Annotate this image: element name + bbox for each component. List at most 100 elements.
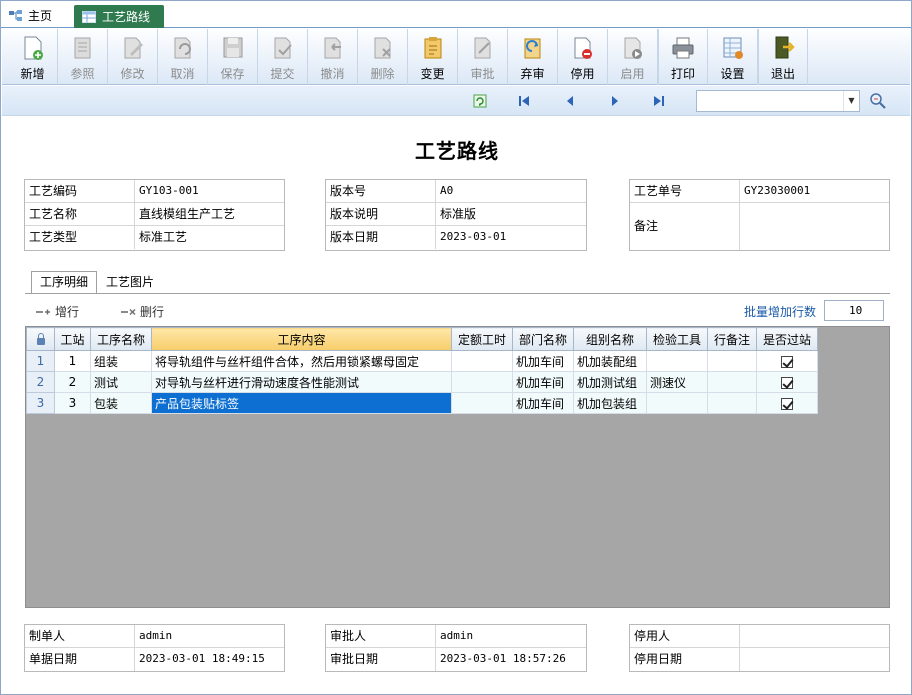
col-quota-hours[interactable]: 定额工时 bbox=[451, 327, 513, 351]
disable-button[interactable]: 停用 bbox=[558, 29, 608, 85]
abandon-label: 弃审 bbox=[520, 67, 545, 81]
table-row[interactable]: 3 3 包装 产品包装贴标签 机加车间 机加包装组 bbox=[26, 392, 818, 414]
submit-button[interactable]: 提交 bbox=[258, 29, 308, 85]
settings-button[interactable]: 设置 bbox=[708, 29, 758, 85]
cancel-button[interactable]: 取消 bbox=[158, 29, 208, 85]
quota-hours-cell[interactable] bbox=[451, 392, 513, 414]
delete-row-icon bbox=[121, 308, 136, 315]
inspection-tool-cell[interactable]: 测速仪 bbox=[646, 371, 708, 393]
inspection-tool-cell[interactable] bbox=[646, 392, 708, 414]
last-record-icon[interactable] bbox=[652, 94, 666, 108]
chevron-down-icon[interactable]: ▼ bbox=[843, 91, 859, 111]
quota-hours-cell[interactable] bbox=[451, 371, 513, 393]
department-cell[interactable]: 机加车间 bbox=[512, 350, 574, 372]
station-cell[interactable]: 3 bbox=[54, 392, 91, 414]
change-button[interactable]: 变更 bbox=[408, 29, 458, 85]
reference-button[interactable]: 参照 bbox=[58, 29, 108, 85]
reference-label: 参照 bbox=[70, 67, 95, 81]
col-station[interactable]: 工站 bbox=[54, 327, 91, 351]
department-cell[interactable]: 机加车间 bbox=[512, 392, 574, 414]
col-group[interactable]: 组别名称 bbox=[573, 327, 647, 351]
row-number[interactable]: 1 bbox=[26, 350, 55, 372]
row-remark-cell[interactable] bbox=[707, 350, 757, 372]
row-remark-cell[interactable] bbox=[707, 392, 757, 414]
new-button[interactable]: 新增 bbox=[8, 29, 58, 85]
table-row[interactable]: 2 2 测试 对导轨与丝杆进行滑动速度各性能测试 机加车间 机加测试组 测速仪 bbox=[26, 371, 818, 393]
pass-station-cell[interactable] bbox=[756, 350, 818, 372]
inspection-tool-cell[interactable] bbox=[646, 350, 708, 372]
abandon-approval-button[interactable]: 弃审 bbox=[508, 29, 558, 85]
delete-button[interactable]: 删除 bbox=[358, 29, 408, 85]
approve-button[interactable]: 审批 bbox=[458, 29, 508, 85]
previous-record-icon[interactable] bbox=[563, 94, 577, 108]
table-row[interactable]: 1 1 组装 将导轨组件与丝杆组件合体，然后用锁紧螺母固定 机加车间 机加装配组 bbox=[26, 350, 818, 372]
col-department[interactable]: 部门名称 bbox=[512, 327, 574, 351]
pass-station-checkbox[interactable] bbox=[781, 397, 793, 410]
remark-field[interactable] bbox=[740, 203, 889, 250]
version-desc-label: 版本说明 bbox=[326, 203, 436, 225]
remark-label: 备注 bbox=[630, 203, 740, 250]
row-number[interactable]: 2 bbox=[26, 371, 55, 393]
col-inspection-tool[interactable]: 检验工具 bbox=[646, 327, 708, 351]
row-number[interactable]: 3 bbox=[26, 392, 55, 414]
station-cell[interactable]: 1 bbox=[54, 350, 91, 372]
order-no-field[interactable]: GY23030001 bbox=[740, 180, 889, 202]
page-title: 工艺路线 bbox=[415, 139, 499, 163]
col-process-name[interactable]: 工序名称 bbox=[90, 327, 152, 351]
process-name-cell[interactable]: 组装 bbox=[90, 350, 152, 372]
edit-button[interactable]: 修改 bbox=[108, 29, 158, 85]
group-cell[interactable]: 机加装配组 bbox=[573, 350, 647, 372]
revoke-button[interactable]: 撤消 bbox=[308, 29, 358, 85]
pass-station-cell[interactable] bbox=[756, 371, 818, 393]
first-record-icon[interactable] bbox=[517, 94, 531, 108]
process-name-cell[interactable]: 包装 bbox=[90, 392, 152, 414]
process-code-label: 工艺编码 bbox=[25, 180, 135, 202]
search-icon[interactable] bbox=[869, 92, 887, 110]
process-name-field[interactable]: 直线模组生产工艺 bbox=[135, 203, 284, 225]
pass-station-checkbox[interactable] bbox=[781, 355, 793, 368]
reference-icon bbox=[74, 37, 90, 59]
add-row-button[interactable]: 增行 bbox=[35, 303, 79, 320]
print-button[interactable]: 打印 bbox=[658, 29, 708, 85]
row-lock-header[interactable] bbox=[26, 327, 55, 351]
group-cell[interactable]: 机加包装组 bbox=[573, 392, 647, 414]
process-name-cell[interactable]: 测试 bbox=[90, 371, 152, 393]
tab-process-detail[interactable]: 工序明细 bbox=[31, 271, 98, 294]
settings-grid-icon bbox=[723, 37, 743, 59]
next-record-icon[interactable] bbox=[608, 94, 622, 108]
enable-button[interactable]: 启用 bbox=[608, 29, 658, 85]
version-date-field[interactable]: 2023-03-01 bbox=[436, 226, 586, 249]
revoke-label: 撤消 bbox=[320, 67, 345, 81]
tab-process-image[interactable]: 工艺图片 bbox=[97, 271, 163, 294]
pass-station-cell[interactable] bbox=[756, 392, 818, 414]
version-no-field[interactable]: A0 bbox=[436, 180, 586, 202]
department-cell[interactable]: 机加车间 bbox=[512, 371, 574, 393]
exit-button[interactable]: 退出 bbox=[758, 29, 808, 85]
save-button[interactable]: 保存 bbox=[208, 29, 258, 85]
tab-process-route[interactable]: 工艺路线 bbox=[74, 5, 164, 28]
process-content-cell[interactable]: 对导轨与丝杆进行滑动速度各性能测试 bbox=[151, 371, 452, 393]
process-content-cell[interactable]: 将导轨组件与丝杆组件合体，然后用锁紧螺母固定 bbox=[151, 350, 452, 372]
group-cell[interactable]: 机加测试组 bbox=[573, 371, 647, 393]
col-pass-station[interactable]: 是否过站 bbox=[756, 327, 818, 351]
delete-row-button[interactable]: 删行 bbox=[120, 303, 164, 320]
disabler-label: 停用人 bbox=[630, 625, 740, 647]
process-code-field[interactable]: GY103-001 bbox=[135, 180, 284, 202]
col-row-remark[interactable]: 行备注 bbox=[707, 327, 757, 351]
undo-icon bbox=[174, 37, 191, 59]
quota-hours-cell[interactable] bbox=[451, 350, 513, 372]
search-combo[interactable]: ▼ bbox=[696, 90, 860, 112]
row-remark-cell[interactable] bbox=[707, 371, 757, 393]
pass-station-checkbox[interactable] bbox=[781, 376, 793, 389]
edit-icon bbox=[124, 37, 143, 59]
station-cell[interactable]: 2 bbox=[54, 371, 91, 393]
refresh-icon[interactable] bbox=[473, 94, 487, 108]
batch-add-input[interactable]: 10 bbox=[824, 300, 884, 321]
col-process-content[interactable]: 工序内容 bbox=[151, 327, 452, 351]
version-desc-field[interactable]: 标准版 bbox=[436, 203, 586, 225]
process-content-cell[interactable]: 产品包装贴标签 bbox=[151, 392, 452, 414]
revoke-icon bbox=[324, 37, 341, 59]
tab-home-label: 主页 bbox=[28, 9, 53, 23]
process-type-field[interactable]: 标准工艺 bbox=[135, 226, 284, 249]
tab-home[interactable]: 主页 bbox=[9, 5, 69, 26]
